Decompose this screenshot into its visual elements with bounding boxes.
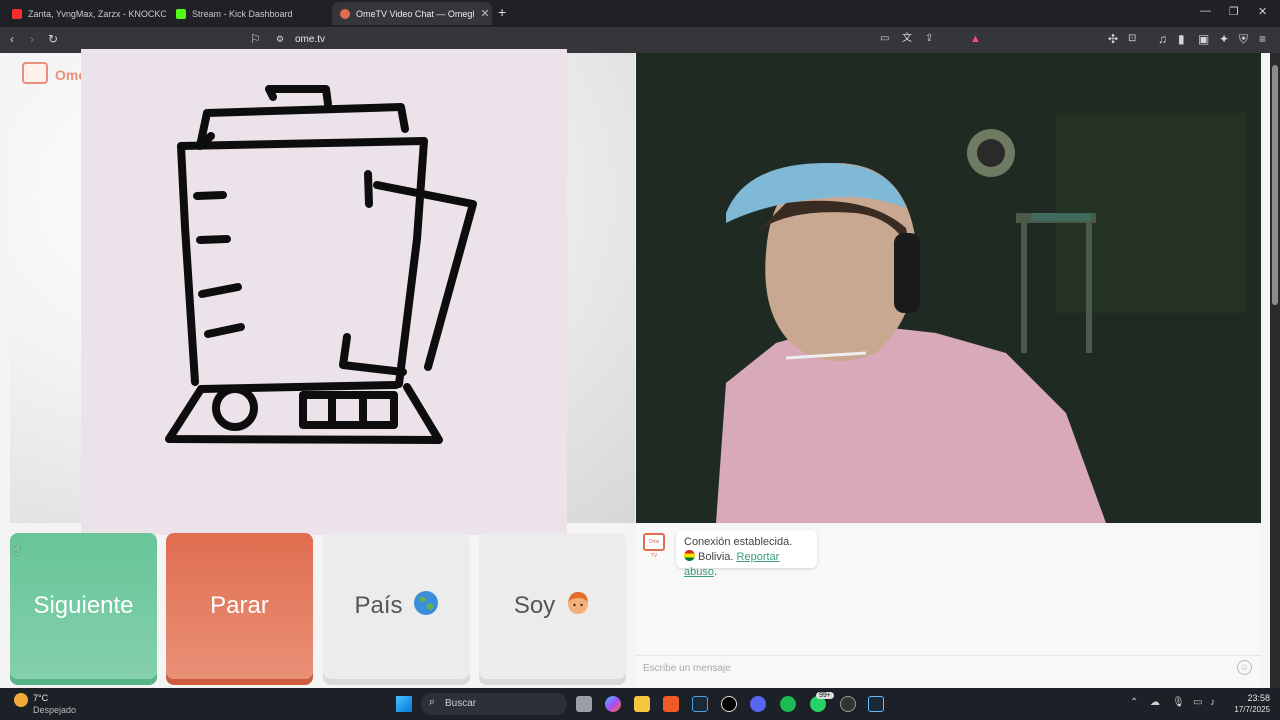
translate-icon[interactable]: 文 <box>902 32 912 46</box>
system-message: Conexión establecida. Bolivia. Reportar … <box>676 530 817 578</box>
blender-drawing <box>81 49 567 535</box>
bolivia-flag-icon <box>684 550 695 561</box>
address-bar[interactable]: ome.tv <box>295 34 325 45</box>
forward-icon[interactable]: › <box>30 32 34 46</box>
mouse-cursor-icon: ☝ <box>12 542 21 558</box>
ometv-logo-icon <box>22 62 48 84</box>
clock-time[interactable]: 23:58 <box>1238 693 1270 703</box>
next-button-label: Siguiente <box>33 592 134 619</box>
weather-moon-icon <box>14 693 28 707</box>
tab-youtube[interactable]: Zanta, YvngMax, Zarzx - KNOCKOUT <box>4 2 166 25</box>
volume-icon[interactable]: ♪ <box>1210 697 1215 708</box>
minimize-icon[interactable]: — <box>1200 5 1211 17</box>
windows-start-icon[interactable] <box>396 696 412 712</box>
close-tab-icon[interactable]: ✕ <box>480 7 489 20</box>
youtube-icon <box>12 8 22 19</box>
clock-date[interactable]: 17/7/2025 <box>1222 705 1270 714</box>
blender-sketch-icon <box>165 85 477 444</box>
scrollbar-thumb[interactable] <box>1272 65 1278 305</box>
screenshot-icon[interactable]: ⊡ <box>1128 32 1136 46</box>
country-button-label: País <box>354 592 403 619</box>
kick-icon <box>176 8 186 19</box>
message-input[interactable]: Escribe un mensaje <box>636 655 1261 682</box>
weather-desc[interactable]: Despejado <box>33 705 76 715</box>
steam-2-icon[interactable] <box>868 696 884 712</box>
discord-icon[interactable] <box>750 696 766 712</box>
report-suffix: . <box>713 566 718 578</box>
site-settings-icon[interactable]: ⚙ <box>276 32 284 46</box>
tab-kick[interactable]: Stream - Kick Dashboard <box>168 2 330 25</box>
tray-chevron-icon[interactable]: ⌃ <box>1130 697 1138 708</box>
cast-icon[interactable]: ▭ <box>880 32 889 46</box>
remote-person-video <box>636 53 1261 523</box>
person-face-icon <box>565 590 591 622</box>
brave-rewards-icon[interactable]: ▲ <box>970 32 981 46</box>
search-icon: ⌕ <box>429 696 436 708</box>
sidebar-icon[interactable]: ▮ <box>1178 32 1185 46</box>
tab-label: OmeTV Video Chat — Omegl <box>356 8 475 19</box>
new-tab-icon[interactable]: + <box>498 4 506 20</box>
ometv-icon <box>340 8 350 19</box>
browser-tab-strip: Zanta, YvngMax, Zarzx - KNOCKOUT Stream … <box>0 0 1280 27</box>
task-view-icon[interactable] <box>576 696 592 712</box>
menu-icon[interactable]: ≡ <box>1259 32 1266 46</box>
gender-button-label: Soy <box>513 592 556 619</box>
gender-button[interactable]: Soy <box>479 533 626 679</box>
search-label: Buscar <box>445 698 477 709</box>
globe-icon <box>413 590 439 622</box>
spotify-icon[interactable] <box>780 696 796 712</box>
extensions-icon[interactable]: ✣ <box>1108 32 1118 46</box>
page-scrollbar[interactable] <box>1270 53 1280 688</box>
emoji-picker-icon[interactable]: ☺ <box>1237 660 1252 675</box>
weather-temp[interactable]: 7°C <box>33 693 48 703</box>
brave-browser-icon[interactable] <box>663 696 679 712</box>
media-icon[interactable]: ♫ <box>1158 32 1167 46</box>
stop-button[interactable]: Parar <box>166 533 313 679</box>
remote-camera-feed <box>636 53 1261 523</box>
mic-icon[interactable]: 🎙 <box>1172 697 1185 708</box>
bookmark-icon[interactable]: ⚐ <box>250 32 261 46</box>
steam-icon[interactable] <box>692 696 708 712</box>
leo-ai-icon[interactable]: ✦ <box>1219 32 1229 46</box>
back-icon[interactable]: ‹ <box>10 32 14 46</box>
country-name: Bolivia. <box>698 551 734 563</box>
whatsapp-badge: 99+ <box>816 692 834 699</box>
copilot-icon[interactable] <box>605 696 621 712</box>
reload-icon[interactable]: ↻ <box>48 32 58 46</box>
taskbar-search[interactable]: ⌕ Buscar <box>421 693 567 715</box>
close-window-icon[interactable]: ✕ <box>1258 5 1267 18</box>
epic-g-icon[interactable] <box>721 696 737 712</box>
stop-button-label: Parar <box>210 592 269 619</box>
network-icon[interactable]: ▭ <box>1193 697 1202 708</box>
tab-label: Zanta, YvngMax, Zarzx - KNOCKOUT <box>28 8 166 19</box>
next-button[interactable]: Siguiente <box>10 533 157 679</box>
country-button[interactable]: País <box>323 533 470 679</box>
wallet-icon[interactable]: ▣ <box>1198 32 1209 46</box>
file-explorer-icon[interactable] <box>634 696 650 712</box>
tab-label: Stream - Kick Dashboard <box>192 8 293 19</box>
onedrive-icon[interactable]: ☁ <box>1150 697 1160 708</box>
vpn-icon[interactable]: ⛨ <box>1239 32 1248 46</box>
connection-status: Conexión establecida. <box>684 536 793 548</box>
country-line: Bolivia. Reportar abuso. <box>684 550 809 580</box>
share-icon[interactable]: ⇪ <box>925 32 933 46</box>
restore-icon[interactable]: ❐ <box>1229 5 1239 18</box>
ometv-chat-logo-icon: Ome TV <box>643 533 665 559</box>
tab-ometv[interactable]: OmeTV Video Chat — Omegl ✕ <box>332 2 492 25</box>
obs-icon[interactable] <box>840 696 856 712</box>
